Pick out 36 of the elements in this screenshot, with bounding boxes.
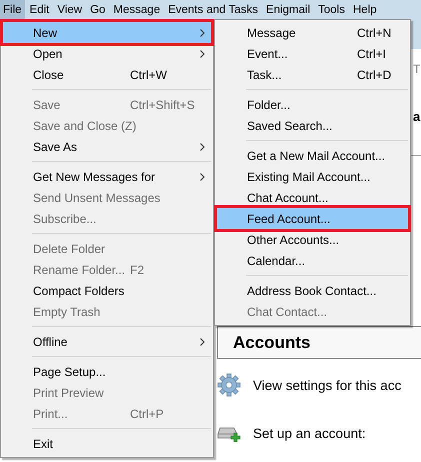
- menu-item[interactable]: Compact Folders: [3, 280, 211, 301]
- gear-icon: [217, 373, 241, 397]
- menu-item[interactable]: Get a New Mail Account...: [217, 145, 408, 166]
- menu-item[interactable]: Open: [3, 43, 211, 64]
- menu-item[interactable]: Save As: [3, 136, 211, 157]
- menu-bar-item[interactable]: View: [54, 0, 86, 19]
- menu-item[interactable]: Offline: [3, 331, 211, 352]
- page-heading: a: [413, 108, 420, 126]
- menu-item[interactable]: Event... Ctrl+I: [217, 43, 408, 64]
- menu-item[interactable]: Exit: [3, 433, 211, 454]
- menu-item[interactable]: Folder...: [217, 94, 408, 115]
- menu-item[interactable]: Calendar...: [217, 250, 408, 271]
- action-link[interactable]: View settings for this acc: [253, 378, 402, 392]
- menu-bar-item[interactable]: File: [0, 0, 25, 19]
- action-link[interactable]: Set up an account:: [253, 426, 366, 440]
- menu-bar-item[interactable]: Message: [110, 0, 164, 19]
- menu-bar-item[interactable]: Help: [350, 0, 380, 19]
- menu-bar-item[interactable]: Events and Tasks: [165, 0, 262, 19]
- menu-bar-item[interactable]: Edit: [26, 0, 52, 19]
- menu-item[interactable]: New: [3, 22, 211, 43]
- menu-bar-item[interactable]: Tools: [315, 0, 348, 19]
- menu-item[interactable]: Saved Search...: [217, 115, 408, 136]
- menu-bar-item[interactable]: Go: [87, 0, 108, 19]
- menu-item[interactable]: Message Ctrl+N: [217, 22, 408, 43]
- menu-item[interactable]: Close Ctrl+W: [3, 64, 211, 85]
- menu-item[interactable]: Chat Account...: [217, 187, 408, 208]
- menu-item[interactable]: Task... Ctrl+D: [217, 64, 408, 85]
- menu-item[interactable]: Feed Account...: [217, 208, 408, 229]
- menu-item[interactable]: Page Setup...: [3, 361, 211, 382]
- menu-item[interactable]: Get New Messages for: [3, 166, 211, 187]
- section-header: Accounts: [217, 326, 421, 359]
- menu-item[interactable]: Address Book Contact...: [217, 280, 408, 301]
- menu-item[interactable]: Other Accounts...: [217, 229, 408, 250]
- menu-item[interactable]: Existing Mail Account...: [217, 166, 408, 187]
- menu-bar-item[interactable]: Enigmail: [263, 0, 314, 19]
- tab-label[interactable]: T: [413, 62, 420, 76]
